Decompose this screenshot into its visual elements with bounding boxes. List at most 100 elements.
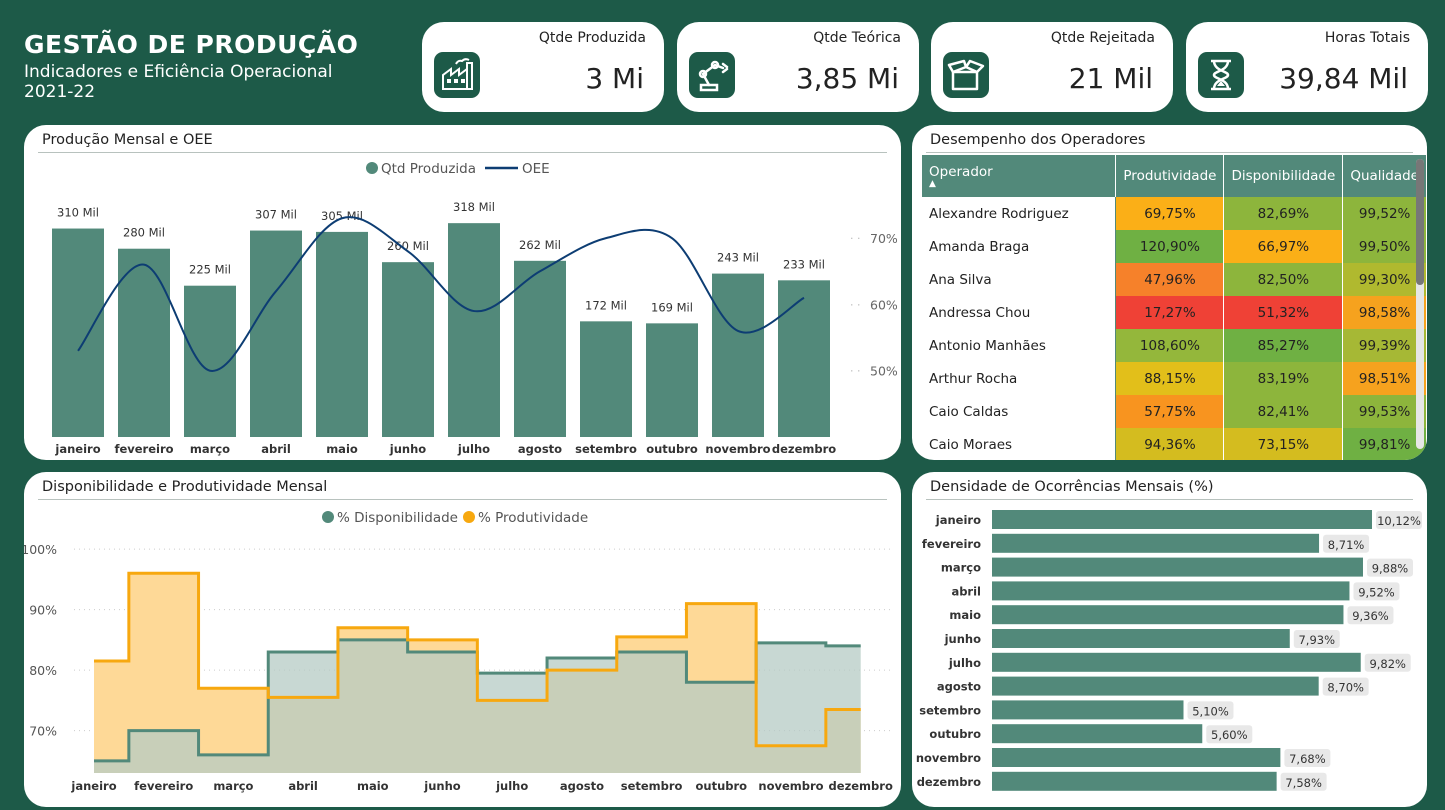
x-tick-dezembro: dezembro	[772, 442, 836, 456]
title-divider	[926, 152, 1413, 153]
table-title: Desempenho dos Operadores	[930, 132, 1146, 148]
x-tick-dezembro: dezembro	[829, 779, 893, 793]
column-header-operador[interactable]: Operador ▲	[922, 155, 1117, 197]
x-tick-novembro: novembro	[705, 442, 770, 456]
chart-legend: Qtd Produzida OEE	[366, 161, 550, 177]
y-tick-setembro: setembro	[919, 703, 981, 717]
table-scrollbar-thumb[interactable]	[1416, 159, 1424, 285]
table-row[interactable]: Alexandre Rodriguez 69,75% 82,69% 99,52%	[922, 197, 1427, 230]
cell-qualidade: 99,50%	[1342, 230, 1427, 263]
hbar-novembro	[992, 748, 1281, 767]
cell-disponibilidade: 82,50%	[1223, 263, 1344, 296]
bar-label-abril: 307 Mil	[255, 208, 297, 222]
hbar-label-junho: 7,93%	[1298, 633, 1335, 647]
kpi-value: 39,84 Mil	[1279, 62, 1408, 95]
table-row[interactable]: Andressa Chou 17,27% 51,32% 98,58%	[922, 296, 1427, 329]
cell-qualidade: 98,51%	[1342, 362, 1427, 395]
cell-qualidade: 99,81%	[1342, 428, 1427, 460]
x-tick-março: março	[213, 779, 253, 793]
column-header-qualidade[interactable]: Qualidade	[1342, 155, 1427, 197]
table-row[interactable]: Amanda Braga 120,90% 66,97% 99,50%	[922, 230, 1427, 263]
y2-tick-dots: · ·	[850, 232, 861, 245]
legend-label-oee: OEE	[522, 161, 550, 177]
legend-marker-qtd-produzida	[366, 162, 378, 174]
x-tick-setembro: setembro	[575, 442, 637, 456]
cell-qualidade: 98,58%	[1342, 296, 1427, 329]
bar-junho	[382, 262, 434, 437]
bar-outubro	[646, 323, 698, 437]
bar-label-janeiro: 310 Mil	[57, 206, 99, 220]
column-header-produtividade[interactable]: Produtividade	[1115, 155, 1225, 197]
robot-arm-icon	[689, 52, 735, 98]
y-tick-maio: maio	[949, 608, 981, 622]
hbar-junho	[992, 629, 1290, 648]
panel-producao-mensal: Produção Mensal e OEE Qtd Produzida OEE 50…	[24, 125, 901, 460]
x-tick-maio: maio	[357, 779, 389, 793]
bar-maio	[316, 231, 368, 437]
y-tick-outubro: outubro	[929, 727, 981, 741]
open-box-icon	[943, 52, 989, 98]
bar-label-março: 225 Mil	[189, 263, 231, 277]
legend-label-produtividade: % Produtividade	[478, 510, 588, 526]
y-tick-label: 70%	[29, 724, 57, 739]
kpi-label: Qtde Rejeitada	[1050, 30, 1155, 46]
bar-label-julho: 318 Mil	[453, 200, 495, 214]
cell-qualidade: 99,53%	[1342, 395, 1427, 428]
panel-disponibilidade-produtividade: Disponibilidade e Produtividade Mensal %…	[24, 472, 901, 807]
availability-productivity-chart: % Disponibilidade % Produtividade 70% 80% 90…	[24, 510, 893, 793]
hbar-setembro	[992, 700, 1184, 720]
cell-disponibilidade: 73,15%	[1223, 428, 1344, 460]
table-row[interactable]: Arthur Rocha 88,15% 83,19% 98,51%	[922, 362, 1427, 395]
kpi-card-qtde-teorica[interactable]: Qtde Teórica 3,85 Mi	[677, 22, 919, 112]
x-tick-novembro: novembro	[758, 779, 823, 793]
cell-qualidade: 99,52%	[1342, 197, 1427, 230]
bar-label-fevereiro: 280 Mil	[123, 226, 165, 240]
bar-agosto	[514, 260, 566, 437]
cell-disponibilidade: 83,19%	[1223, 362, 1344, 395]
y-tick-abril: abril	[951, 584, 981, 598]
bar-fevereiro	[118, 248, 170, 437]
cell-operador: Alexandre Rodriguez	[922, 197, 1117, 230]
hbar-label-outubro: 5,60%	[1211, 728, 1248, 742]
column-header-disponibilidade[interactable]: Disponibilidade	[1223, 155, 1344, 197]
hbar-label-março: 9,88%	[1372, 562, 1409, 576]
table-row[interactable]: Caio Moraes 94,36% 73,15% 99,81%	[922, 428, 1427, 460]
kpi-card-qtde-rejeitada[interactable]: Qtde Rejeitada 21 Mil	[931, 22, 1173, 112]
bar-abril	[250, 230, 302, 437]
x-tick-março: março	[190, 442, 230, 456]
table-row[interactable]: Antonio Manhães 108,60% 85,27% 99,39%	[922, 329, 1427, 362]
cell-produtividade: 17,27%	[1115, 296, 1225, 329]
table-row[interactable]: Ana Silva 47,96% 82,50% 99,30%	[922, 263, 1427, 296]
cell-produtividade: 108,60%	[1115, 329, 1225, 362]
bar-label-setembro: 172 Mil	[585, 298, 627, 312]
x-tick-junho: junho	[389, 442, 427, 456]
cell-qualidade: 99,39%	[1342, 329, 1427, 362]
cell-operador: Ana Silva	[922, 263, 1117, 296]
hbar-outubro	[992, 724, 1203, 744]
kpi-card-horas-totais[interactable]: Horas Totais 39,84 Mil	[1186, 22, 1428, 112]
y-tick-agosto: agosto	[937, 680, 981, 694]
x-tick-maio: maio	[326, 442, 358, 456]
factory-icon	[434, 52, 480, 98]
operators-table: Operador ▲ Produtividade Disponibilidade …	[922, 155, 1427, 460]
y2-tick-dots: · ·	[850, 365, 861, 378]
kpi-value: 3,85 Mi	[795, 62, 899, 95]
hbar-label-julho: 9,82%	[1369, 657, 1406, 671]
cell-operador: Antonio Manhães	[922, 329, 1117, 362]
x-tick-abril: abril	[261, 442, 291, 456]
legend-marker-disponibilidade	[322, 511, 334, 523]
table-row[interactable]: Caio Caldas 57,75% 82,41% 99,53%	[922, 395, 1427, 428]
x-tick-janeiro: janeiro	[54, 442, 100, 456]
hbar-fevereiro	[992, 533, 1320, 553]
cell-operador: Amanda Braga	[922, 230, 1117, 263]
y-tick-label: 80%	[29, 663, 57, 678]
cell-disponibilidade: 85,27%	[1223, 329, 1344, 362]
cell-produtividade: 57,75%	[1115, 395, 1225, 428]
kpi-card-qtde-produzida[interactable]: Qtde Produzida 3 Mi	[422, 22, 664, 112]
hbar-agosto	[992, 676, 1319, 696]
hbar-label-dezembro: 7,58%	[1285, 776, 1322, 790]
y2-tick-label: 60%	[870, 297, 898, 312]
x-tick-junho: junho	[423, 779, 461, 793]
cell-disponibilidade: 82,41%	[1223, 395, 1344, 428]
y-tick-novembro: novembro	[916, 751, 981, 765]
